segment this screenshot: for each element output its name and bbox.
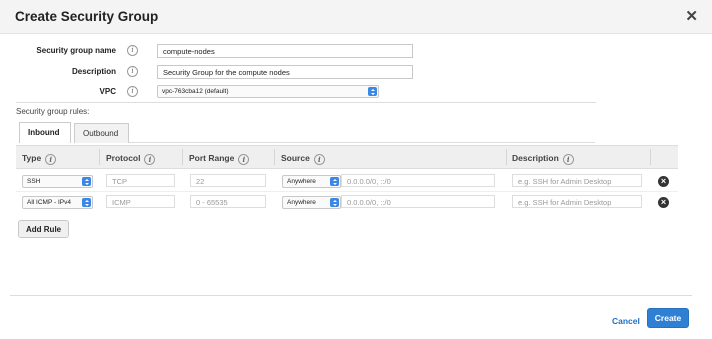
tab-inbound[interactable]: Inbound <box>19 122 71 143</box>
info-icon[interactable]: i <box>562 154 574 165</box>
select-arrows-icon <box>82 177 91 186</box>
name-field[interactable]: compute-nodes <box>157 44 413 58</box>
info-icon[interactable]: i <box>45 154 57 165</box>
info-icon[interactable]: i <box>144 154 156 165</box>
column-divider <box>99 149 100 165</box>
source-select-value: Anywhere <box>287 199 316 206</box>
source-cidr-field[interactable]: 0.0.0.0/0, ::/0 <box>341 174 495 187</box>
source-cidr-field[interactable]: 0.0.0.0/0, ::/0 <box>341 195 495 208</box>
rule-description-field[interactable]: e.g. SSH for Admin Desktop <box>512 174 642 187</box>
info-icon[interactable]: i <box>127 66 138 77</box>
port-range-field: 0 - 65535 <box>190 195 266 208</box>
type-select[interactable]: SSH <box>22 175 93 188</box>
vpc-label: VPC <box>99 87 116 96</box>
tab-outbound[interactable]: Outbound <box>74 123 129 143</box>
type-select-value: All ICMP - IPv4 <box>27 199 71 206</box>
select-arrows-icon <box>82 198 91 207</box>
dialog-header: Create Security Group ✕ <box>0 0 712 34</box>
vpc-select[interactable]: vpc-763cba12 (default) <box>157 85 379 98</box>
source-select[interactable]: Anywhere <box>282 196 341 209</box>
rules-table-header: Type i Protocol i Port Range i Source i Desc… <box>16 145 678 169</box>
type-select[interactable]: All ICMP - IPv4 <box>22 196 93 209</box>
dialog-title: Create Security Group <box>15 9 159 24</box>
divider <box>16 102 596 103</box>
type-select-value: SSH <box>27 178 41 185</box>
info-icon[interactable]: i <box>313 154 325 165</box>
vpc-select-value: vpc-763cba12 (default) <box>162 88 229 95</box>
name-row: Security group name <box>0 44 116 58</box>
create-button[interactable]: Create <box>647 308 689 328</box>
footer-divider <box>10 295 692 296</box>
column-divider <box>506 149 507 165</box>
rules-section-label: Security group rules: <box>16 107 90 116</box>
name-label: Security group name <box>36 46 116 55</box>
protocol-field: TCP <box>106 174 175 187</box>
column-description: Description i <box>512 153 574 165</box>
source-select[interactable]: Anywhere <box>282 175 341 188</box>
info-icon[interactable]: i <box>127 86 138 97</box>
cancel-button[interactable]: Cancel <box>612 316 640 326</box>
column-type: Type i <box>22 153 57 165</box>
protocol-field: ICMP <box>106 195 175 208</box>
column-divider <box>182 149 183 165</box>
close-icon[interactable]: ✕ <box>685 9 698 24</box>
info-icon[interactable]: i <box>238 154 250 165</box>
rule-description-field[interactable]: e.g. SSH for Admin Desktop <box>512 195 642 208</box>
column-port-range: Port Range i <box>189 153 250 165</box>
create-security-group-dialog: Create Security Group ✕ Security group n… <box>0 0 712 339</box>
select-arrows-icon <box>330 177 339 186</box>
select-arrows-icon <box>368 87 377 96</box>
add-rule-button[interactable]: Add Rule <box>18 220 70 238</box>
select-arrows-icon <box>330 198 339 207</box>
delete-rule-icon[interactable]: × <box>658 176 669 187</box>
vpc-row: VPC <box>0 85 116 99</box>
description-field[interactable]: Security Group for the compute nodes <box>157 65 413 79</box>
row-divider <box>16 191 678 192</box>
port-range-field[interactable]: 22 <box>190 174 266 187</box>
description-label: Description <box>71 67 116 76</box>
column-divider <box>650 149 651 165</box>
tabs-underline <box>129 142 595 143</box>
column-protocol: Protocol i <box>106 153 156 165</box>
source-select-value: Anywhere <box>287 178 316 185</box>
column-source: Source i <box>281 153 325 165</box>
delete-rule-icon[interactable]: × <box>658 197 669 208</box>
info-icon[interactable]: i <box>127 45 138 56</box>
description-row: Description <box>0 65 116 79</box>
column-divider <box>274 149 275 165</box>
